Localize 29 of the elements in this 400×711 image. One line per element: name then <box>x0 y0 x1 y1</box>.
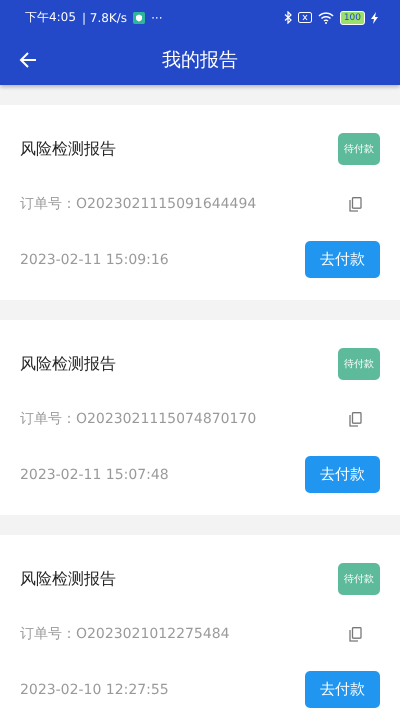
more-notifications: ··· <box>151 10 163 24</box>
order-date: 2023-02-10 12:27:55 <box>20 682 169 698</box>
status-tag: 待付款 <box>338 133 380 165</box>
back-icon[interactable] <box>18 50 38 70</box>
report-title: 风险检测报告 <box>20 138 116 160</box>
order-number: 订单号：O2023021115091644494 <box>20 195 256 213</box>
copy-icon[interactable] <box>349 412 362 426</box>
charging-icon <box>371 12 378 24</box>
pay-button[interactable]: 去付款 <box>305 456 380 493</box>
order-date: 2023-02-11 15:09:16 <box>20 252 169 268</box>
copy-icon[interactable] <box>349 196 362 212</box>
report-title: 风险检测报告 <box>20 354 116 374</box>
bluetooth-icon <box>284 11 292 24</box>
pay-button[interactable]: 去付款 <box>305 671 380 708</box>
report-title: 风险检测报告 <box>20 568 116 590</box>
order-date: 2023-02-11 15:07:48 <box>20 466 169 482</box>
shield-icon <box>133 12 146 24</box>
copy-icon[interactable] <box>349 626 362 642</box>
pay-button[interactable]: 去付款 <box>305 241 380 278</box>
status-tag: 待付款 <box>338 563 380 595</box>
status-tag: 待付款 <box>338 348 380 380</box>
page-title: 我的报告 <box>162 48 238 73</box>
wifi-icon <box>318 12 334 24</box>
order-number: 订单号：O2023021012275484 <box>20 625 230 643</box>
network-speed: | 7.8K/s <box>82 10 128 24</box>
battery-level: 100 <box>340 10 365 24</box>
sim-icon <box>298 12 312 23</box>
status-time: 下午4:05 <box>25 9 76 26</box>
order-number: 订单号：O2023021115074870170 <box>20 410 256 428</box>
